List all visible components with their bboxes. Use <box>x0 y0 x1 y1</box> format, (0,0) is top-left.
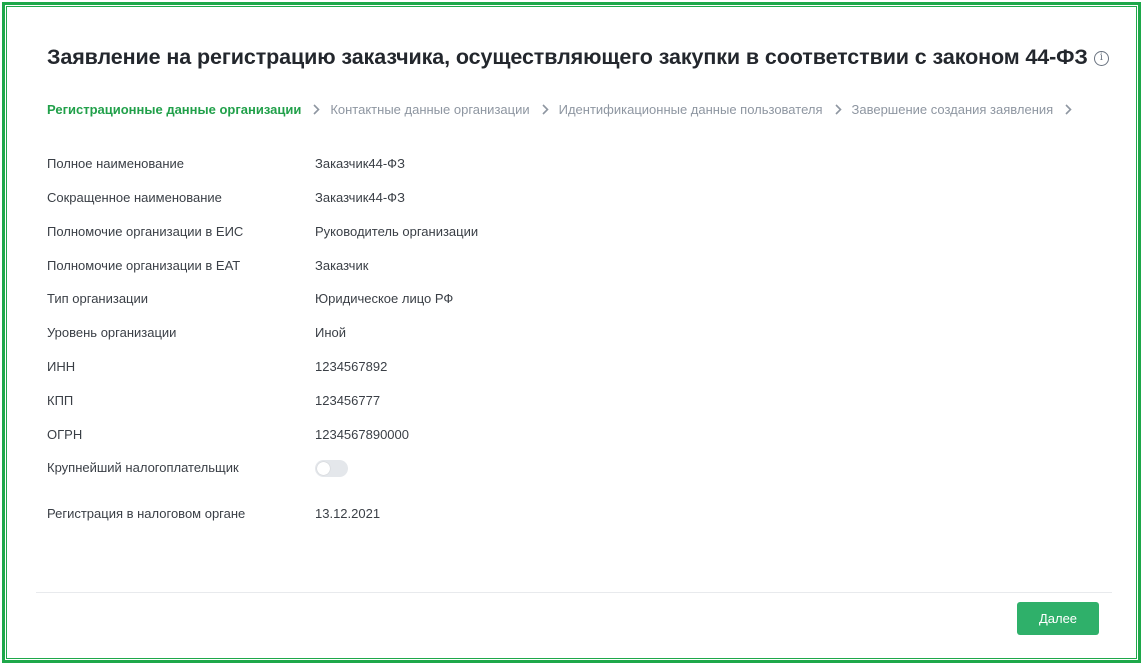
field-label: ОГРН <box>47 426 83 442</box>
field-label: Сокращенное наименование <box>47 189 222 205</box>
field-label: Уровень организации <box>47 324 177 340</box>
field-label: Полномочие организации в ЕАТ <box>47 257 241 273</box>
chevron-right-icon <box>313 103 320 115</box>
field-label: Полномочие организации в ЕИС <box>47 223 244 239</box>
page-title: Заявление на регистрацию заказчика, осущ… <box>47 44 1088 69</box>
step-user-identification[interactable]: Идентификационные данные пользователя <box>559 102 823 117</box>
field-value: Иной <box>315 324 347 340</box>
field-row-largest-taxpayer: Крупнейший налогоплательщик <box>47 454 747 480</box>
field-row-ogrn: ОГРН 1234567890000 <box>47 421 747 447</box>
info-circle-icon[interactable]: i <box>1093 50 1109 66</box>
field-value: Руководитель организации <box>315 223 479 239</box>
field-label: КПП <box>47 392 74 408</box>
step-completion[interactable]: Завершение создания заявления <box>852 102 1054 117</box>
next-button[interactable]: Далее <box>1017 602 1099 635</box>
field-row-eis-authority: Полномочие организации в ЕИС Руководител… <box>47 218 747 244</box>
field-label: Тип организации <box>47 290 149 306</box>
field-label: ИНН <box>47 358 76 374</box>
field-row-org-level: Уровень организации Иной <box>47 319 747 345</box>
field-value: 1234567892 <box>315 358 388 374</box>
field-row-short-name: Сокращенное наименование Заказчик44-ФЗ <box>47 184 747 210</box>
field-value: Заказчик44-ФЗ <box>315 155 405 171</box>
field-row-tax-registration: Регистрация в налоговом органе 13.12.202… <box>47 500 747 526</box>
step-contact-data[interactable]: Контактные данные организации <box>330 102 529 117</box>
field-row-org-type: Тип организации Юридическое лицо РФ <box>47 285 747 311</box>
field-value: 123456777 <box>315 392 381 408</box>
field-row-kpp: КПП 123456777 <box>47 387 747 413</box>
footer-divider <box>36 592 1112 593</box>
field-value: 1234567890000 <box>315 426 409 442</box>
field-label: Полное наименование <box>47 155 185 171</box>
chevron-right-icon <box>834 103 842 115</box>
field-label: Регистрация в налоговом органе <box>47 505 246 521</box>
step-registration-data[interactable]: Регистрационные данные организации <box>47 102 301 117</box>
field-value: 13.12.2021 <box>315 505 381 521</box>
field-label: Крупнейший налогоплательщик <box>47 459 239 475</box>
toggle-knob <box>317 461 330 475</box>
chevron-right-icon <box>542 103 549 115</box>
field-row-inn: ИНН 1234567892 <box>47 353 747 379</box>
header: Заявление на регистрацию заказчика, осущ… <box>47 40 1109 74</box>
field-row-full-name: Полное наименование Заказчик44-ФЗ <box>47 150 747 176</box>
breadcrumb-steps: Регистрационные данные организации Конта… <box>47 98 1082 120</box>
chevron-right-icon <box>1065 103 1072 115</box>
field-value: Юридическое лицо РФ <box>315 290 454 306</box>
field-value: Заказчик44-ФЗ <box>315 189 405 205</box>
field-value: Заказчик <box>315 257 369 273</box>
field-row-eat-authority: Полномочие организации в ЕАТ Заказчик <box>47 252 747 278</box>
largest-taxpayer-toggle[interactable] <box>315 459 348 477</box>
